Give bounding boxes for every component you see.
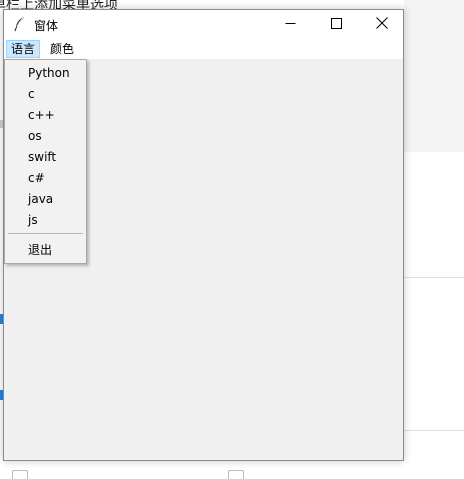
- minimize-button[interactable]: [267, 10, 313, 39]
- window-title: 窗体: [34, 19, 59, 33]
- menu-option-js[interactable]: js: [28, 211, 38, 229]
- menu-option-csharp[interactable]: c#: [28, 169, 45, 187]
- feather-icon: [13, 16, 27, 32]
- menu-color[interactable]: 颜色: [46, 40, 78, 58]
- menu-option-exit[interactable]: 退出: [28, 241, 52, 259]
- menu-bar: 语言 颜色: [4, 39, 403, 59]
- title-bar[interactable]: 窗体: [4, 10, 403, 39]
- close-button[interactable]: [359, 10, 405, 39]
- menu-option-java[interactable]: java: [28, 190, 53, 208]
- menu-option-os[interactable]: os: [28, 127, 42, 145]
- menu-option-cpp[interactable]: c++: [28, 106, 55, 124]
- menu-language[interactable]: 语言: [6, 40, 41, 58]
- background-divider: [404, 430, 464, 431]
- close-icon: [376, 17, 388, 32]
- menu-option-c[interactable]: c: [28, 85, 35, 103]
- minimize-icon: [285, 18, 296, 32]
- menu-option-swift[interactable]: swift: [28, 148, 56, 166]
- maximize-button[interactable]: [313, 10, 359, 39]
- background-divider: [404, 277, 464, 278]
- menu-separator: [8, 233, 83, 234]
- maximize-icon: [330, 17, 342, 32]
- background-panel: [404, 0, 464, 152]
- language-dropdown-menu: Python c c++ os swift c# java js 退出: [4, 59, 87, 264]
- menu-option-python[interactable]: Python: [28, 64, 70, 82]
